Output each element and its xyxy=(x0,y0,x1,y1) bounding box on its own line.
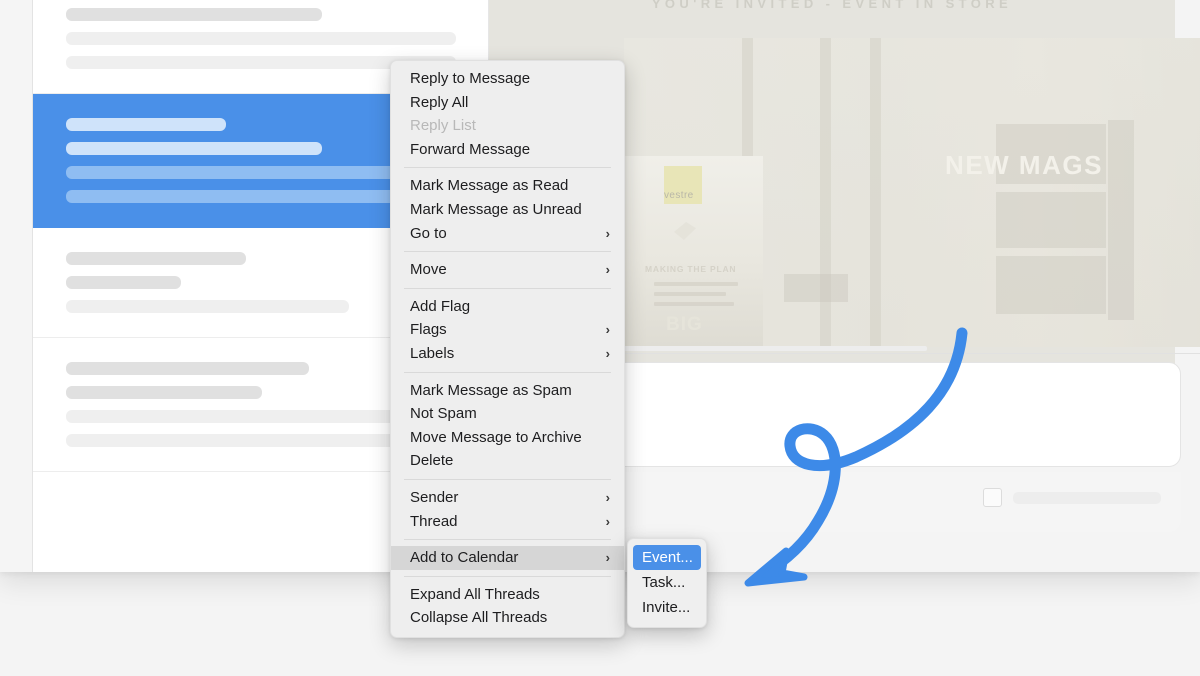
menu-item-expand-all-threads[interactable]: Expand All Threads xyxy=(391,583,624,607)
placeholder-bar xyxy=(66,386,262,399)
menu-item-label: Add Flag xyxy=(410,297,471,315)
placeholder-bar xyxy=(66,300,349,313)
submenu-item-task[interactable]: Task... xyxy=(633,570,701,595)
chevron-right-icon: › xyxy=(605,345,610,361)
menu-separator xyxy=(404,371,611,373)
submenu-item-event[interactable]: Event... xyxy=(633,545,701,570)
menu-item-label: Move Message to Archive xyxy=(410,428,582,446)
menu-item-label: Mark Message as Spam xyxy=(410,381,572,399)
menu-item-reply-all[interactable]: Reply All xyxy=(391,91,624,115)
add-to-calendar-submenu[interactable]: Event... Task... Invite... xyxy=(627,538,707,628)
menu-separator xyxy=(404,539,611,541)
menu-item-thread[interactable]: Thread › xyxy=(391,510,624,534)
poster-text-line xyxy=(654,302,734,306)
menu-item-sender[interactable]: Sender › xyxy=(391,486,624,510)
placeholder-bar xyxy=(66,362,309,375)
menu-separator xyxy=(404,167,611,169)
menu-item-move-message-to-archive[interactable]: Move Message to Archive xyxy=(391,426,624,450)
menu-separator xyxy=(404,478,611,480)
menu-item-label: Expand All Threads xyxy=(410,585,540,603)
menu-item-label: Flags xyxy=(410,321,447,339)
menu-item-label: Reply to Message xyxy=(410,70,531,87)
chevron-right-icon: › xyxy=(605,489,610,505)
window-mullion xyxy=(870,38,881,347)
footer-placeholder-bar xyxy=(1013,492,1161,504)
shelf-block xyxy=(996,256,1106,314)
menu-separator xyxy=(404,251,611,253)
menu-item-collapse-all-threads[interactable]: Collapse All Threads xyxy=(391,606,624,630)
menu-item-label: Go to xyxy=(410,224,447,242)
promo-subtitle: YOU'RE INVITED - EVENT IN STORE xyxy=(651,0,1013,11)
menu-item-mark-message-as-spam[interactable]: Mark Message as Spam xyxy=(391,379,624,403)
menu-item-label: Mark Message as Unread xyxy=(410,200,582,218)
placeholder-bar xyxy=(66,142,322,155)
chevron-right-icon: › xyxy=(605,225,610,241)
menu-item-mark-message-as-read[interactable]: Mark Message as Read xyxy=(391,174,624,198)
placeholder-bar xyxy=(66,118,226,131)
message-context-menu[interactable]: Reply to Message Reply All Reply List Forwa… xyxy=(390,60,625,638)
menu-item-reply-to-message[interactable]: Reply to Message xyxy=(391,67,624,91)
menu-item-label: Move xyxy=(410,261,447,279)
sidebar-rail[interactable] xyxy=(0,0,33,572)
menu-item-label: Labels xyxy=(410,344,455,362)
placeholder-bar xyxy=(66,276,181,289)
menu-item-label: Sender xyxy=(410,488,459,506)
chevron-right-icon: › xyxy=(605,262,610,278)
poster-footer: BIG xyxy=(666,314,703,335)
chevron-right-icon: › xyxy=(605,513,610,529)
menu-item-label: Add to Calendar xyxy=(410,549,519,567)
menu-separator xyxy=(404,575,611,577)
menu-item-flags[interactable]: Flags › xyxy=(391,318,624,342)
menu-separator xyxy=(404,287,611,289)
menu-item-label: Reply All xyxy=(410,93,469,111)
menu-item-label: Not Spam xyxy=(410,405,477,423)
menu-item-move[interactable]: Move › xyxy=(391,258,624,282)
menu-item-label: Collapse All Threads xyxy=(410,609,548,627)
storefront-sign: NEW MAGS xyxy=(945,150,1103,180)
menu-item-forward-message[interactable]: Forward Message xyxy=(391,138,624,162)
placeholder-bar xyxy=(66,8,322,21)
footer-checkbox[interactable] xyxy=(983,488,1002,507)
poster-text-line xyxy=(654,282,738,286)
menu-item-go-to[interactable]: Go to › xyxy=(391,222,624,246)
menu-item-add-flag[interactable]: Add Flag xyxy=(391,295,624,319)
chevron-right-icon: › xyxy=(605,550,610,566)
menu-item-delete[interactable]: Delete xyxy=(391,449,624,473)
shelf-block xyxy=(996,192,1106,248)
menu-item-label: Forward Message xyxy=(410,140,531,158)
poster-text-line xyxy=(654,292,726,296)
menu-item-reply-list: Reply List xyxy=(391,114,624,138)
menu-item-mark-message-as-unread[interactable]: Mark Message as Unread xyxy=(391,198,624,222)
chevron-right-icon: › xyxy=(605,322,610,338)
magazine-poster: vestre MAKING THE PLAN BIG xyxy=(624,156,763,347)
placeholder-bar xyxy=(66,32,456,45)
storefront-photo: NEW MAGS vestre MAKING THE PLAN BIG xyxy=(624,38,1200,347)
menu-item-not-spam[interactable]: Not Spam xyxy=(391,402,624,426)
menu-item-label: Mark Message as Read xyxy=(410,177,569,195)
menu-item-label: Thread xyxy=(410,512,458,530)
menu-item-label: Delete xyxy=(410,452,454,470)
menu-item-label: Reply List xyxy=(410,117,476,135)
poster-brand: vestre xyxy=(664,190,694,201)
placeholder-bar xyxy=(66,252,246,265)
menu-item-labels[interactable]: Labels › xyxy=(391,342,624,366)
poster-headline: MAKING THE PLAN xyxy=(645,264,737,274)
poster-logo-icon xyxy=(674,222,696,240)
screenshot-stage: NEW MAGS YOU'RE INVITED - EVENT IN STORE… xyxy=(0,0,1200,676)
menu-item-add-to-calendar[interactable]: Add to Calendar › xyxy=(391,546,624,570)
submenu-item-invite[interactable]: Invite... xyxy=(633,595,701,620)
shelf-block xyxy=(784,274,848,302)
